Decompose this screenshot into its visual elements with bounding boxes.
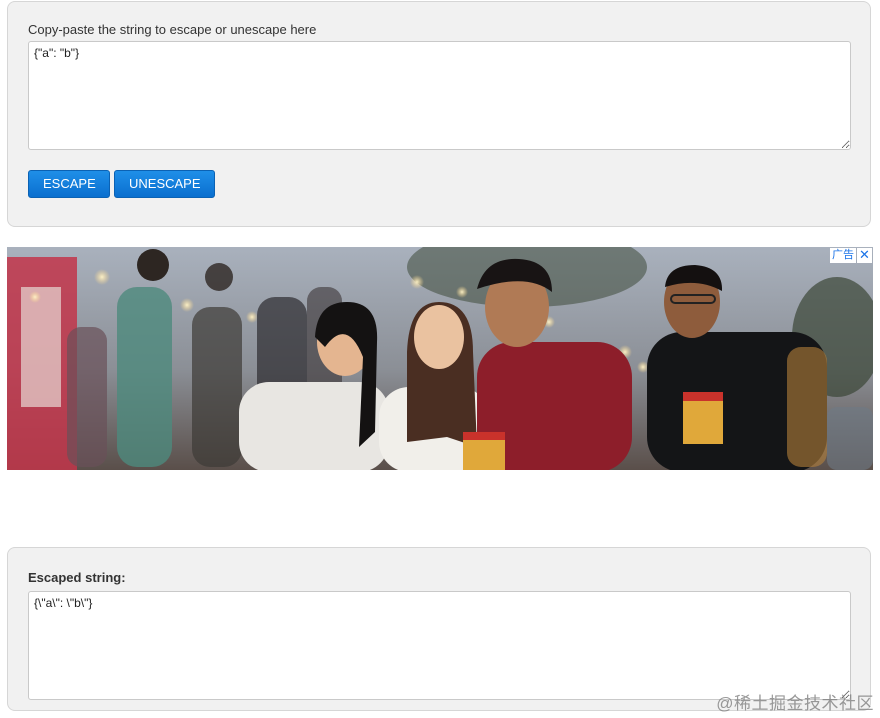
input-label: Copy-paste the string to escape or unesc… [28, 22, 317, 37]
input-textarea[interactable] [28, 41, 851, 150]
output-label: Escaped string: [28, 570, 126, 585]
ad-banner[interactable]: 广告 ✕ [7, 247, 873, 470]
output-textarea[interactable] [28, 591, 851, 700]
ad-label: 广告 [830, 248, 856, 263]
output-panel: Escaped string: [7, 547, 871, 711]
input-panel: Copy-paste the string to escape or unesc… [7, 1, 871, 227]
watermark: @稀土掘金技术社区 [716, 694, 874, 713]
ad-close-icon[interactable]: ✕ [857, 248, 872, 263]
escape-button[interactable]: ESCAPE [28, 170, 110, 198]
unescape-button[interactable]: UNESCAPE [114, 170, 215, 198]
ad-photo [7, 247, 873, 470]
